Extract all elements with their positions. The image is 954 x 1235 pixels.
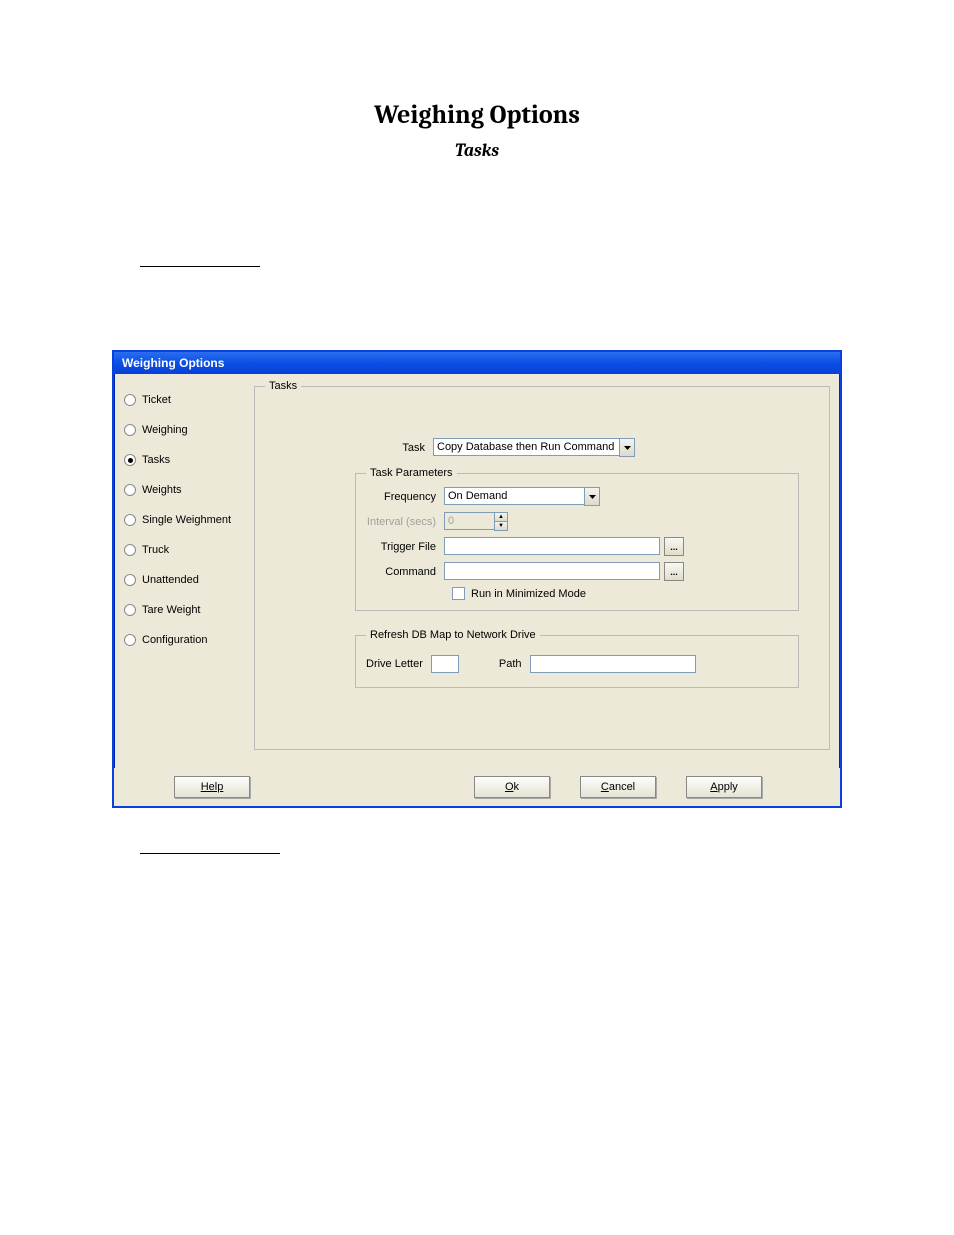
interval-value (444, 512, 494, 530)
interval-label: Interval (secs) (366, 516, 444, 528)
drive-letter-input[interactable] (431, 655, 459, 673)
sidebar-item-label: Tare Weight (142, 604, 201, 616)
task-label: Task (355, 442, 433, 454)
drive-letter-label: Drive Letter (366, 658, 423, 670)
tasks-group: Tasks Task Task Parameters (254, 380, 830, 750)
command-label: Command (366, 566, 444, 578)
sidebar-item-label: Single Weighment (142, 514, 231, 526)
run-minimized-label: Run in Minimized Mode (471, 588, 586, 600)
dialog-titlebar: Weighing Options (114, 352, 840, 374)
interval-spinner: ▲ ▼ (444, 512, 508, 531)
trigger-file-browse-button[interactable]: ... (664, 537, 684, 556)
task-select-value[interactable] (433, 438, 619, 456)
task-parameters-legend: Task Parameters (366, 467, 457, 479)
run-minimized-checkbox[interactable]: Run in Minimized Mode (452, 587, 788, 600)
trigger-file-input[interactable] (444, 537, 660, 555)
sidebar-item-ticket[interactable]: Ticket (124, 394, 244, 406)
frequency-select-value[interactable] (444, 487, 584, 505)
help-button[interactable]: Help (174, 776, 250, 798)
sidebar-item-unattended[interactable]: Unattended (124, 574, 244, 586)
tasks-group-legend: Tasks (265, 380, 301, 392)
section-underline-bottom (140, 838, 280, 854)
task-select[interactable] (433, 438, 635, 457)
sidebar-item-label: Weights (142, 484, 182, 496)
sidebar-item-label: Truck (142, 544, 169, 556)
sidebar-item-label: Weighing (142, 424, 188, 436)
sidebar-item-label: Configuration (142, 634, 207, 646)
sidebar-item-label: Ticket (142, 394, 171, 406)
radio-icon (124, 454, 136, 466)
radio-icon (124, 574, 136, 586)
path-input[interactable] (530, 655, 696, 673)
refresh-db-group: Refresh DB Map to Network Drive Drive Le… (355, 629, 799, 688)
frequency-select[interactable] (444, 487, 600, 506)
sidebar-item-weighing[interactable]: Weighing (124, 424, 244, 436)
refresh-db-legend: Refresh DB Map to Network Drive (366, 629, 540, 641)
spinner-up-icon: ▲ (495, 513, 507, 522)
sidebar-item-configuration[interactable]: Configuration (124, 634, 244, 646)
spinner-down-icon: ▼ (495, 522, 507, 530)
frequency-label: Frequency (366, 491, 444, 503)
path-label: Path (499, 658, 522, 670)
sidebar-item-truck[interactable]: Truck (124, 544, 244, 556)
page-subtitle: Tasks (60, 140, 894, 161)
radio-icon (124, 544, 136, 556)
ok-button[interactable]: Ok (474, 776, 550, 798)
sidebar-item-label: Tasks (142, 454, 170, 466)
command-browse-button[interactable]: ... (664, 562, 684, 581)
checkbox-icon (452, 587, 465, 600)
sidebar-item-single-weighment[interactable]: Single Weighment (124, 514, 244, 526)
sidebar-item-label: Unattended (142, 574, 199, 586)
sidebar-item-tasks[interactable]: Tasks (124, 454, 244, 466)
radio-icon (124, 604, 136, 616)
apply-button[interactable]: Apply (686, 776, 762, 798)
trigger-file-label: Trigger File (366, 541, 444, 553)
page-title: Weighing Options (60, 100, 894, 130)
command-input[interactable] (444, 562, 660, 580)
chevron-down-icon[interactable] (619, 438, 635, 457)
dialog-title: Weighing Options (122, 356, 224, 370)
radio-icon (124, 424, 136, 436)
weighing-options-dialog: Weighing Options Ticket Weighing Tasks (112, 350, 842, 808)
sidebar-item-weights[interactable]: Weights (124, 484, 244, 496)
task-parameters-group: Task Parameters Frequency Inter (355, 467, 799, 611)
chevron-down-icon[interactable] (584, 487, 600, 506)
radio-icon (124, 394, 136, 406)
sidebar-item-tare-weight[interactable]: Tare Weight (124, 604, 244, 616)
radio-icon (124, 634, 136, 646)
cancel-button[interactable]: Cancel (580, 776, 656, 798)
radio-icon (124, 484, 136, 496)
radio-icon (124, 514, 136, 526)
options-sidebar: Ticket Weighing Tasks Weights Single Wei… (114, 374, 250, 768)
section-underline-top (140, 251, 260, 267)
dialog-button-bar: Help Ok Cancel Apply (114, 768, 840, 806)
